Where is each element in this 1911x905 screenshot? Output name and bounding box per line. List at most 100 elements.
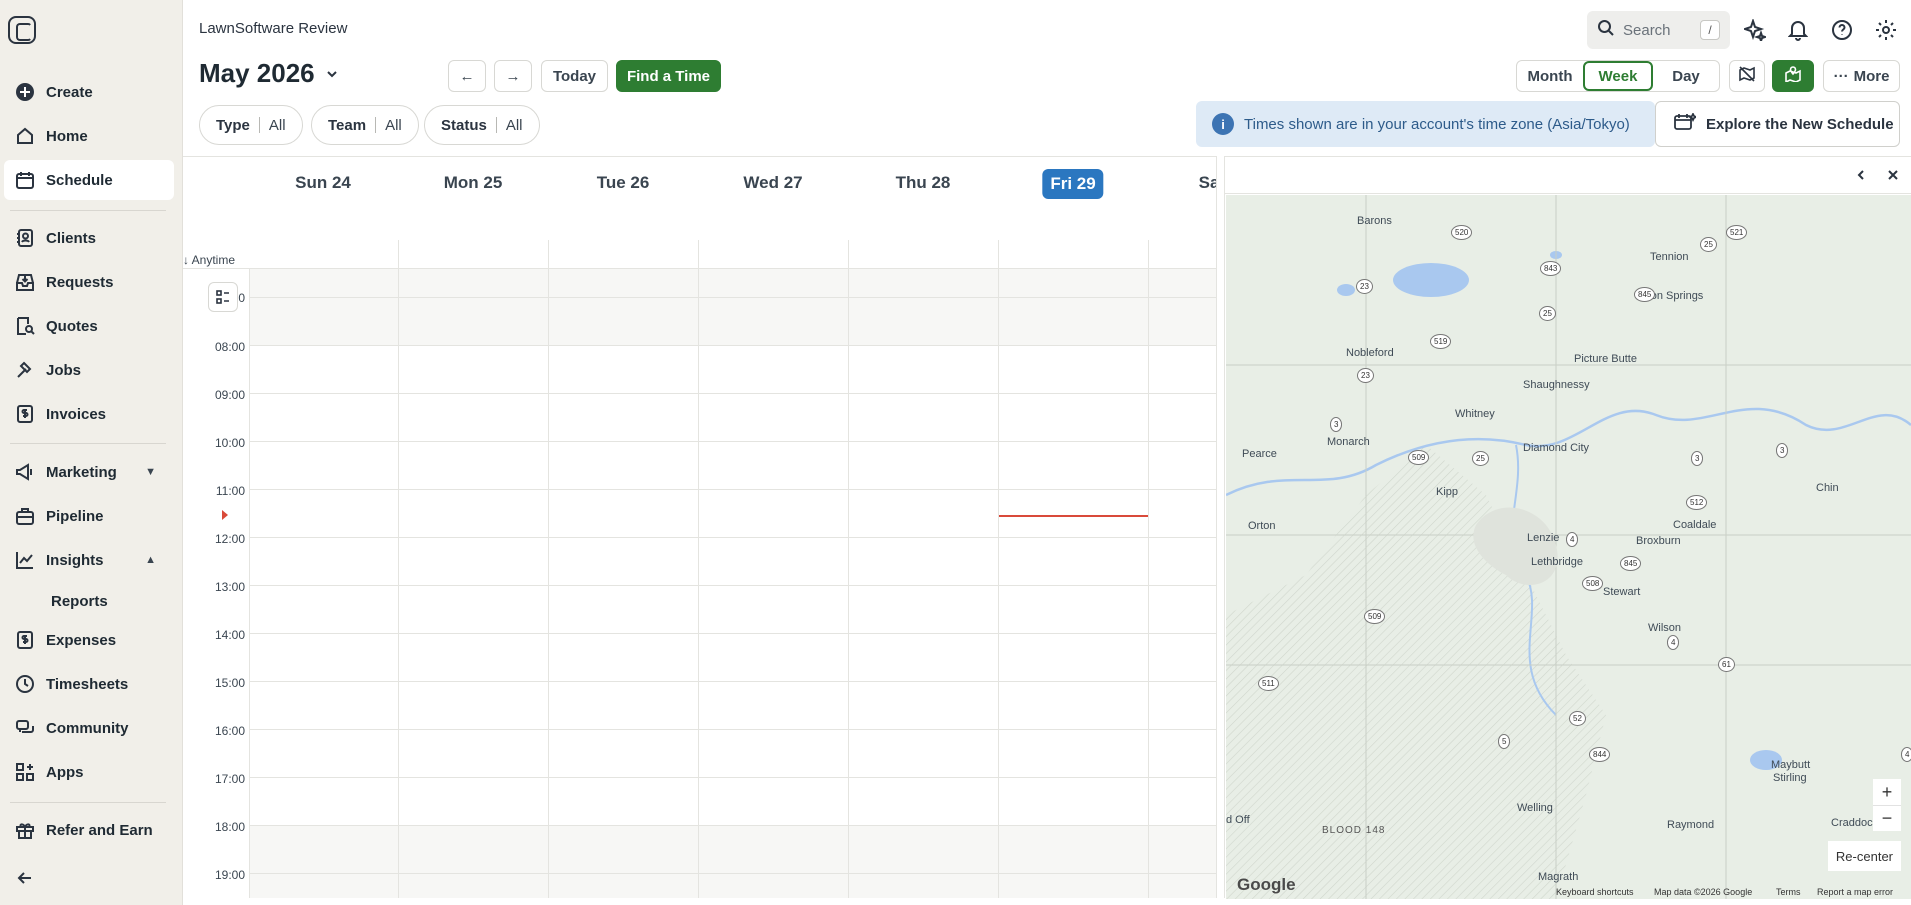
sidebar-item-insights[interactable]: Insights ▲ <box>4 540 174 580</box>
hour-line <box>249 537 1217 538</box>
sparkle-icon[interactable] <box>1741 16 1769 44</box>
calendar-icon <box>4 170 46 190</box>
chevron-left-icon[interactable] <box>1855 168 1867 186</box>
sidebar-item-pipeline[interactable]: Pipeline <box>4 496 174 536</box>
sidebar-item-apps[interactable]: Apps <box>4 752 174 792</box>
ellipsis-icon: ··· <box>1833 67 1849 85</box>
day-header[interactable]: Mon 25 <box>444 173 503 193</box>
time-label: 0 <box>238 291 245 305</box>
map-data-attribution: Map data ©2026 Google <box>1654 887 1753 897</box>
previous-week-button[interactable]: ← <box>448 60 486 92</box>
filter-type[interactable]: Type All <box>199 105 303 145</box>
collapse-sidebar-button[interactable] <box>4 858 174 898</box>
map[interactable]: Barons Tennion Iron Springs Nobleford Pi… <box>1226 195 1911 899</box>
view-day-button[interactable]: Day <box>1653 61 1719 91</box>
map-place-label: Stewart <box>1603 586 1641 598</box>
route-shield: 52 <box>1569 711 1586 726</box>
gear-icon[interactable] <box>1872 16 1900 44</box>
map-place-label: Kipp <box>1436 486 1459 498</box>
terms-link[interactable]: Terms <box>1776 887 1801 897</box>
hide-map-button[interactable] <box>1729 60 1765 92</box>
sidebar-item-refer[interactable]: Refer and Earn <box>4 810 174 850</box>
hour-line <box>249 393 1217 394</box>
day-header[interactable]: Sa <box>1199 173 1217 193</box>
hour-line <box>249 681 1217 682</box>
recenter-button[interactable]: Re-center <box>1827 841 1901 871</box>
home-icon <box>4 126 46 146</box>
map-place-label: Stirling <box>1773 772 1807 784</box>
anytime-label: ↓ Anytime <box>183 253 236 267</box>
sidebar-divider <box>10 802 166 803</box>
map-place-label: Welling <box>1517 802 1553 814</box>
sidebar-item-timesheets[interactable]: Timesheets <box>4 664 174 704</box>
sidebar-item-jobs[interactable]: Jobs <box>4 350 174 390</box>
time-label: 19:00 <box>214 868 245 882</box>
search-shortcut: / <box>1700 20 1720 40</box>
day-header[interactable]: Tue 26 <box>597 173 650 193</box>
chat-icon <box>4 718 46 738</box>
zoom-in-button[interactable]: + <box>1873 779 1901 805</box>
day-column-line <box>848 240 849 898</box>
explore-new-schedule-button[interactable]: Explore the New Schedule <box>1655 101 1900 147</box>
time-label: 15:00 <box>214 676 245 690</box>
month-title[interactable]: May 2026 <box>199 58 315 89</box>
report-map-error-link[interactable]: Report a map error <box>1817 887 1893 897</box>
sidebar-item-home[interactable]: Home <box>4 116 174 156</box>
view-month-button[interactable]: Month <box>1517 61 1583 91</box>
day-header[interactable]: Thu 28 <box>896 173 951 193</box>
map-panel: Barons Tennion Iron Springs Nobleford Pi… <box>1224 156 1911 899</box>
sidebar-item-invoices[interactable]: Invoices <box>4 394 174 434</box>
sidebar-item-create[interactable]: Create <box>4 72 174 112</box>
sidebar-item-marketing[interactable]: Marketing ▼ <box>4 452 174 492</box>
sidebar-item-expenses[interactable]: Expenses <box>4 620 174 660</box>
keyboard-shortcuts-link[interactable]: Keyboard shortcuts <box>1556 887 1634 897</box>
time-gutter-line <box>249 269 250 898</box>
sidebar-divider <box>10 210 166 211</box>
chevron-down-icon[interactable] <box>326 67 338 85</box>
today-button[interactable]: Today <box>541 60 608 92</box>
close-icon[interactable] <box>1887 168 1899 186</box>
sidebar-item-reports[interactable]: Reports <box>51 593 108 610</box>
filter-team[interactable]: Team All <box>311 105 419 145</box>
sidebar-item-label: Clients <box>46 229 97 247</box>
sidebar-item-label: Jobs <box>46 361 82 379</box>
arrow-left-icon: ← <box>459 67 475 85</box>
megaphone-icon <box>4 462 46 482</box>
more-label: More <box>1853 67 1890 85</box>
week-calendar: Sun 24 Mon 25 Tue 26 Wed 27 Thu 28 Fri 2… <box>183 156 1217 898</box>
find-a-time-button[interactable]: Find a Time <box>616 60 721 92</box>
day-header[interactable]: Sun 24 <box>295 173 351 193</box>
sidebar-item-label: Refer and Earn <box>46 821 153 839</box>
day-header[interactable]: Wed 27 <box>743 173 802 193</box>
quote-search-icon <box>4 316 46 336</box>
route-shield: 25 <box>1539 306 1556 321</box>
view-week-button[interactable]: Week <box>1583 61 1653 91</box>
sidebar-item-community[interactable]: Community <box>4 708 174 748</box>
map-place-label: Nobleford <box>1346 347 1394 359</box>
google-logo: Google <box>1237 875 1296 894</box>
bell-icon[interactable] <box>1784 16 1812 44</box>
sidebar: Create Home Schedule Clients Requests Qu… <box>0 0 183 905</box>
sidebar-item-requests[interactable]: Requests <box>4 262 174 302</box>
next-week-button[interactable]: → <box>494 60 532 92</box>
plus-circle-icon <box>4 82 46 102</box>
app-logo-icon[interactable] <box>8 16 36 44</box>
filter-value: All <box>385 116 402 134</box>
sidebar-item-label: Expenses <box>46 631 117 649</box>
sidebar-item-clients[interactable]: Clients <box>4 218 174 258</box>
help-icon[interactable] <box>1828 16 1856 44</box>
search-input[interactable]: Search / <box>1587 11 1730 49</box>
sidebar-item-label: Pipeline <box>46 507 104 525</box>
filter-key: Type <box>216 116 250 134</box>
route-shield: 511 <box>1258 676 1279 691</box>
day-column-line <box>698 240 699 898</box>
map-place-label: Monarch <box>1327 436 1370 448</box>
sidebar-item-quotes[interactable]: Quotes <box>4 306 174 346</box>
sidebar-item-schedule[interactable]: Schedule <box>4 160 174 200</box>
map-view-button[interactable] <box>1772 60 1814 92</box>
day-header-today[interactable]: Fri 29 <box>1042 169 1104 199</box>
zoom-out-button[interactable]: − <box>1873 805 1901 831</box>
arrow-right-icon: → <box>505 67 521 85</box>
more-button[interactable]: ··· More <box>1823 60 1900 92</box>
filter-status[interactable]: Status All <box>424 105 540 145</box>
